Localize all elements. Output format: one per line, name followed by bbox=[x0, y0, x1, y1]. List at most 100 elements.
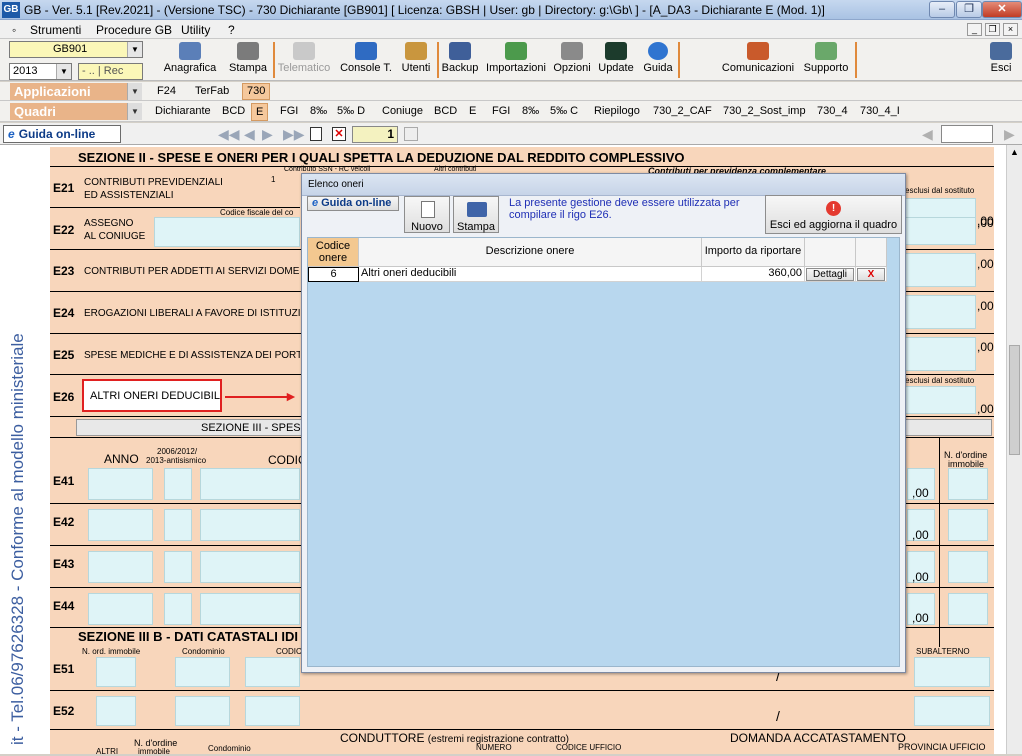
first-page-icon[interactable]: ◀◀ bbox=[218, 126, 240, 143]
year-select[interactable]: 2013 ▼ bbox=[9, 63, 72, 80]
tab-dichiarante[interactable]: Dichiarante bbox=[155, 105, 211, 117]
e51-codice-field[interactable] bbox=[245, 657, 300, 687]
telematico-button[interactable]: Telematico bbox=[276, 41, 332, 79]
scrollbar-thumb[interactable] bbox=[1009, 345, 1020, 455]
tab-fgi[interactable]: FGI bbox=[280, 105, 298, 117]
delete-row-button[interactable]: X bbox=[857, 268, 885, 281]
tab-730-4[interactable]: 730_4 bbox=[817, 105, 848, 117]
e43-nordine-field[interactable] bbox=[948, 551, 988, 583]
tab-5permille-c[interactable]: 5‰ C bbox=[550, 105, 578, 117]
row-importo[interactable]: 360,00 bbox=[702, 267, 805, 282]
supporto-button[interactable]: Supporto bbox=[800, 41, 852, 79]
tab-e[interactable]: E bbox=[251, 103, 269, 121]
prev-page-icon[interactable]: ◀ bbox=[244, 126, 255, 143]
nuovo-button[interactable]: Nuovo bbox=[404, 196, 450, 233]
e44-anno2-field[interactable] bbox=[164, 593, 192, 625]
e52-subalterno-field[interactable] bbox=[914, 696, 990, 726]
scroll-right-icon[interactable]: ▶ bbox=[1004, 126, 1015, 143]
stampa-button[interactable]: Stampa bbox=[225, 41, 271, 79]
esci-aggiorna-button[interactable]: ! Esci ed aggiorna il quadro bbox=[765, 195, 902, 234]
next-page-icon[interactable]: ▶ bbox=[262, 126, 273, 143]
e43-codice-field[interactable] bbox=[200, 551, 300, 583]
tab-730-2-sost-imp[interactable]: 730_2_Sost_imp bbox=[723, 105, 806, 117]
last-page-icon[interactable]: ▶▶ bbox=[283, 126, 305, 143]
menu-procedure-gb[interactable]: Procedure GB bbox=[96, 23, 172, 37]
tab-e-coniuge[interactable]: E bbox=[469, 105, 476, 117]
tab-fgi-coniuge[interactable]: FGI bbox=[492, 105, 510, 117]
guida-online-button[interactable]: e Guida on-line bbox=[3, 125, 121, 143]
search-field[interactable] bbox=[941, 125, 993, 143]
utenti-button[interactable]: Utenti bbox=[398, 41, 434, 79]
e42-anno-field[interactable] bbox=[88, 509, 153, 541]
e26-amount-field[interactable] bbox=[904, 386, 976, 414]
update-button[interactable]: Update bbox=[596, 41, 636, 79]
e22-codice-fiscale-field[interactable] bbox=[154, 217, 300, 247]
page-number-field[interactable]: 1 bbox=[352, 126, 398, 143]
vertical-scrollbar[interactable]: ▲ bbox=[1006, 145, 1022, 754]
menu-strumenti[interactable]: Strumenti bbox=[30, 23, 81, 37]
mdi-close-button[interactable]: × bbox=[1003, 23, 1018, 36]
minimize-button[interactable]: – bbox=[929, 1, 955, 18]
dialog-guida-button[interactable]: e Guida on-line bbox=[307, 196, 399, 211]
e24-amount-field[interactable] bbox=[904, 295, 976, 329]
close-button[interactable]: ✕ bbox=[982, 1, 1022, 18]
menu-help[interactable]: ? bbox=[228, 23, 235, 37]
menu-utility[interactable]: Utility bbox=[181, 23, 210, 37]
applicazioni-select[interactable]: Applicazioni ▼ bbox=[10, 83, 142, 100]
e41-anno2-field[interactable] bbox=[164, 468, 192, 500]
e43-anno-field[interactable] bbox=[88, 551, 153, 583]
mdi-restore-button[interactable]: ❐ bbox=[985, 23, 1000, 36]
header-codice[interactable]: Codice onere bbox=[308, 238, 359, 267]
e23-amount-field[interactable] bbox=[904, 253, 976, 287]
tab-riepilogo[interactable]: Riepilogo bbox=[594, 105, 640, 117]
e44-anno-field[interactable] bbox=[88, 593, 153, 625]
e41-anno-field[interactable] bbox=[88, 468, 153, 500]
tab-730-4-i[interactable]: 730_4_I bbox=[860, 105, 900, 117]
e52-codice-field[interactable] bbox=[245, 696, 300, 726]
esci-button[interactable]: Esci bbox=[985, 41, 1017, 79]
tab-terfab[interactable]: TerFab bbox=[195, 85, 229, 97]
console-button[interactable]: Console T. bbox=[337, 41, 395, 79]
e51-subalterno-field[interactable] bbox=[914, 657, 990, 687]
company-select[interactable]: GB901 ▼ bbox=[9, 41, 143, 58]
header-descrizione[interactable]: Descrizione onere bbox=[359, 238, 702, 267]
e25-amount-field[interactable] bbox=[904, 337, 976, 371]
e44-nordine-field[interactable] bbox=[948, 593, 988, 625]
maximize-button[interactable]: ❐ bbox=[956, 1, 982, 18]
tab-8permille-coniuge[interactable]: 8‰ bbox=[522, 105, 539, 117]
tab-bcd-coniuge[interactable]: BCD bbox=[434, 105, 457, 117]
e52-condominio-field[interactable] bbox=[175, 696, 230, 726]
new-page-icon[interactable] bbox=[310, 127, 322, 141]
tab-5permille-d[interactable]: 5‰ D bbox=[337, 105, 365, 117]
tab-8permille[interactable]: 8‰ bbox=[310, 105, 327, 117]
guida-button[interactable]: Guida bbox=[640, 41, 676, 79]
opzioni-button[interactable]: Opzioni bbox=[552, 41, 592, 79]
header-importo[interactable]: Importo da riportare bbox=[702, 238, 805, 267]
mdi-minimize-button[interactable]: _ bbox=[967, 23, 982, 36]
scroll-left-icon[interactable]: ◀ bbox=[922, 126, 933, 143]
tab-f24[interactable]: F24 bbox=[157, 85, 176, 97]
e52-nord-field[interactable] bbox=[96, 696, 136, 726]
e51-condominio-field[interactable] bbox=[175, 657, 230, 687]
e42-nordine-field[interactable] bbox=[948, 509, 988, 541]
importazioni-button[interactable]: Importazioni bbox=[484, 41, 548, 79]
tab-730-2-caf[interactable]: 730_2_CAF bbox=[653, 105, 712, 117]
e22-amount-field[interactable] bbox=[904, 217, 976, 245]
quadri-select[interactable]: Quadri ▼ bbox=[10, 103, 142, 120]
anagrafica-button[interactable]: Anagrafica bbox=[160, 41, 220, 79]
row-descrizione[interactable]: Altri oneri deducibili bbox=[359, 267, 702, 282]
e51-nord-field[interactable] bbox=[96, 657, 136, 687]
tab-coniuge[interactable]: Coniuge bbox=[382, 105, 423, 117]
e43-anno2-field[interactable] bbox=[164, 551, 192, 583]
e44-codice-field[interactable] bbox=[200, 593, 300, 625]
rec-select[interactable]: - .. | Rec bbox=[78, 63, 143, 80]
row-codice[interactable]: 6 bbox=[308, 267, 359, 282]
tab-730[interactable]: 730 bbox=[242, 83, 271, 100]
delete-page-icon[interactable]: ✕ bbox=[332, 127, 346, 141]
tab-bcd[interactable]: BCD bbox=[222, 105, 245, 117]
scroll-up-icon[interactable]: ▲ bbox=[1010, 147, 1019, 157]
e41-nordine-field[interactable] bbox=[948, 468, 988, 500]
e42-anno2-field[interactable] bbox=[164, 509, 192, 541]
dettagli-button[interactable]: Dettagli bbox=[806, 268, 854, 281]
backup-button[interactable]: Backup bbox=[440, 41, 480, 79]
